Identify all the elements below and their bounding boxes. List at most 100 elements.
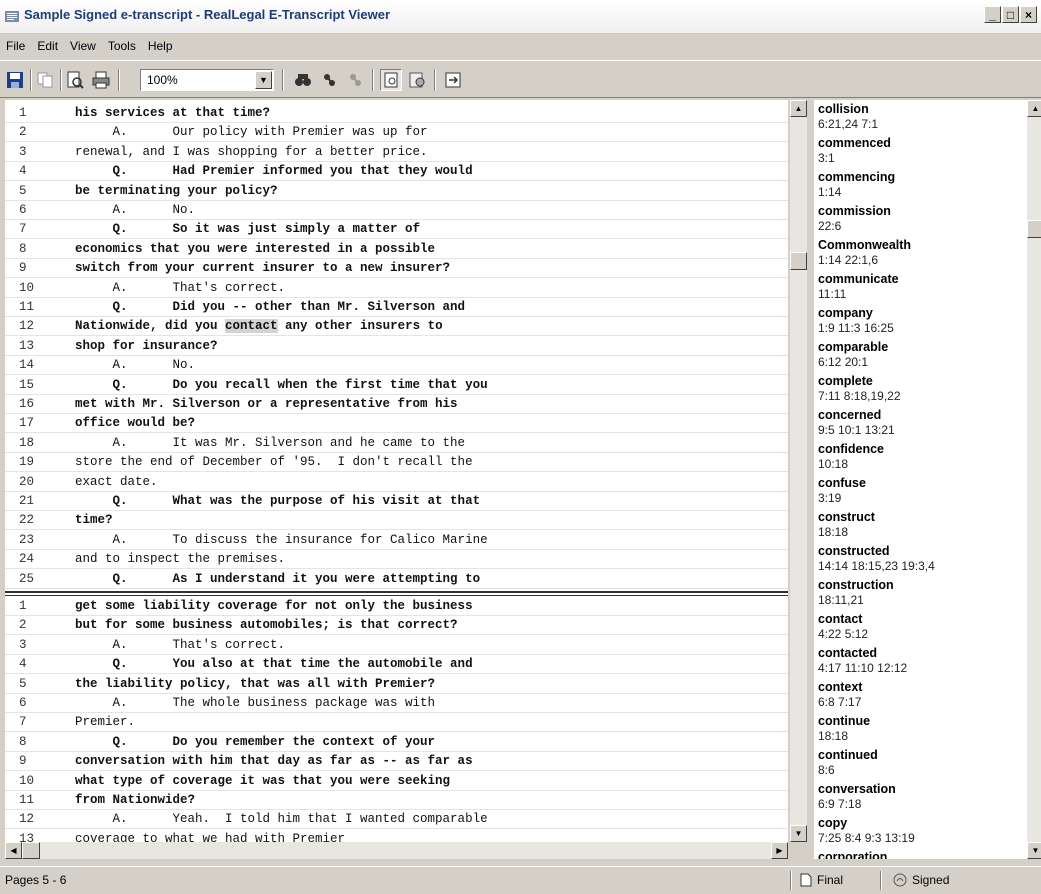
index-references[interactable]: 7:11 8:18,19,22 [818,389,1023,403]
index-word[interactable]: concerned [818,408,1023,423]
index-entry[interactable]: constructed 14:14 18:15,23 19:3,4 [818,544,1023,573]
index-references[interactable]: 10:18 [818,457,1023,471]
index-references[interactable]: 4:22 5:12 [818,627,1023,641]
index-word[interactable]: corporation [818,850,1023,859]
index-entry[interactable]: construction 18:11,21 [818,578,1023,607]
index-entry[interactable]: complete 7:11 8:18,19,22 [818,374,1023,403]
index-references[interactable]: 3:19 [818,491,1023,505]
transcript-hscrollbar[interactable]: ◀ ▶ [5,842,788,859]
print-button[interactable] [90,69,112,91]
scroll-up-icon[interactable]: ▲ [790,100,807,117]
index-references[interactable]: 8:6 [818,763,1023,777]
index-word[interactable]: complete [818,374,1023,389]
index-references[interactable]: 6:9 7:18 [818,797,1023,811]
index-word[interactable]: construction [818,578,1023,593]
index-word[interactable]: contact [818,612,1023,627]
index-word[interactable]: constructed [818,544,1023,559]
index-entry[interactable]: company 1:9 11:3 16:25 [818,306,1023,335]
index-entry[interactable]: collision 6:21,24 7:1 [818,102,1023,131]
index-entry[interactable]: continued 8:6 [818,748,1023,777]
index-entry[interactable]: continue 18:18 [818,714,1023,743]
page-view-button[interactable] [380,69,402,91]
index-scroll-thumb[interactable] [1027,220,1041,238]
index-word[interactable]: contacted [818,646,1023,661]
index-references[interactable]: 7:25 8:4 9:3 13:19 [818,831,1023,845]
index-references[interactable]: 6:8 7:17 [818,695,1023,709]
index-word[interactable]: continued [818,748,1023,763]
index-references[interactable]: 4:17 11:10 12:12 [818,661,1023,675]
index-references[interactable]: 18:18 [818,729,1023,743]
index-scroll-up-icon[interactable]: ▲ [1027,100,1041,117]
index-references[interactable]: 14:14 18:15,23 19:3,4 [818,559,1023,573]
index-word[interactable]: confidence [818,442,1023,457]
index-word[interactable]: context [818,680,1023,695]
index-entry[interactable]: Commonwealth 1:14 22:1,6 [818,238,1023,267]
index-word[interactable]: commission [818,204,1023,219]
settings-button[interactable] [406,69,428,91]
minimize-button[interactable]: _ [984,6,1001,23]
index-entry[interactable]: commenced 3:1 [818,136,1023,165]
index-references[interactable]: 3:1 [818,151,1023,165]
menu-view[interactable]: View [64,39,102,53]
index-entry[interactable]: copy 7:25 8:4 9:3 13:19 [818,816,1023,845]
index-word[interactable]: collision [818,102,1023,117]
export-button[interactable] [442,69,464,91]
hscroll-thumb[interactable] [22,842,40,859]
index-references[interactable]: 1:14 [818,185,1023,199]
menu-file[interactable]: File [0,39,31,53]
menu-help[interactable]: Help [142,39,179,53]
index-entry[interactable]: commencing 1:14 [818,170,1023,199]
index-entry[interactable]: conversation 6:9 7:18 [818,782,1023,811]
print-preview-button[interactable] [64,69,86,91]
index-references[interactable]: 1:9 11:3 16:25 [818,321,1023,335]
index-word[interactable]: commencing [818,170,1023,185]
scroll-right-icon[interactable]: ▶ [771,842,788,859]
transcript-scrollbar[interactable]: ▲ ▼ [790,100,807,842]
zoom-select[interactable]: 100% ▼ [140,69,274,91]
index-word[interactable]: conversation [818,782,1023,797]
index-references[interactable]: 22:6 [818,219,1023,233]
index-entry[interactable]: concerned 9:5 10:1 13:21 [818,408,1023,437]
scroll-down-icon[interactable]: ▼ [790,825,807,842]
maximize-button[interactable]: □ [1002,6,1019,23]
index-word[interactable]: company [818,306,1023,321]
copy-button[interactable] [34,69,56,91]
index-entry[interactable]: confidence 10:18 [818,442,1023,471]
chevron-down-icon[interactable]: ▼ [255,71,272,89]
index-entry[interactable]: commission 22:6 [818,204,1023,233]
index-word[interactable]: comparable [818,340,1023,355]
save-button[interactable] [4,69,26,91]
index-entry[interactable]: contact 4:22 5:12 [818,612,1023,641]
index-word[interactable]: construct [818,510,1023,525]
scroll-left-icon[interactable]: ◀ [5,842,22,859]
index-references[interactable]: 1:14 22:1,6 [818,253,1023,267]
index-entry[interactable]: confuse 3:19 [818,476,1023,505]
index-scroll-down-icon[interactable]: ▼ [1027,842,1041,859]
menu-edit[interactable]: Edit [31,39,64,53]
index-references[interactable]: 18:11,21 [818,593,1023,607]
transcript-scroll-thumb[interactable] [790,252,807,270]
index-references[interactable]: 18:18 [818,525,1023,539]
index-entry[interactable]: contacted 4:17 11:10 12:12 [818,646,1023,675]
index-entry[interactable]: construct 18:18 [818,510,1023,539]
menu-tools[interactable]: Tools [102,39,142,53]
index-entry[interactable]: corporation [818,850,1023,859]
index-word[interactable]: Commonwealth [818,238,1023,253]
index-word[interactable]: confuse [818,476,1023,491]
find-prev-button[interactable] [344,69,366,91]
index-scrollbar[interactable]: ▲ ▼ [1027,100,1041,859]
find-button[interactable] [292,69,314,91]
index-references[interactable]: 6:21,24 7:1 [818,117,1023,131]
index-references[interactable]: 9:5 10:1 13:21 [818,423,1023,437]
index-word[interactable]: commenced [818,136,1023,151]
index-entry[interactable]: context 6:8 7:17 [818,680,1023,709]
search-hit-highlight[interactable]: contact [225,319,278,334]
index-word[interactable]: copy [818,816,1023,831]
index-entry[interactable]: comparable 6:12 20:1 [818,340,1023,369]
index-references[interactable]: 6:12 20:1 [818,355,1023,369]
index-references[interactable]: 11:11 [818,287,1023,301]
index-word[interactable]: communicate [818,272,1023,287]
index-word[interactable]: continue [818,714,1023,729]
index-entry[interactable]: communicate 11:11 [818,272,1023,301]
find-next-button[interactable] [318,69,340,91]
